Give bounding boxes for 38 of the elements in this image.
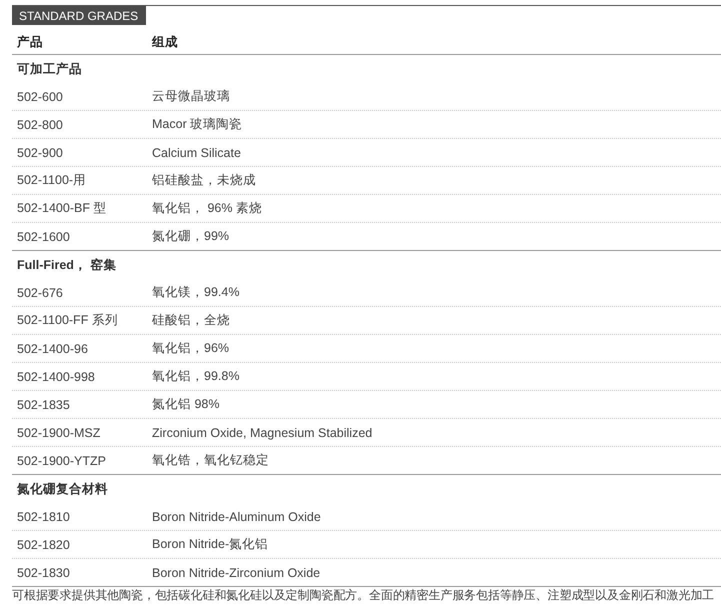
column-header: 产品 <box>16 34 44 51</box>
product-code: 502-1400-96 <box>16 342 89 356</box>
composition: Boron Nitride-氮化铝 <box>151 536 270 553</box>
product-code: 502-1820 <box>16 538 71 552</box>
composition: Boron Nitride-Aluminum Oxide <box>151 510 322 524</box>
composition: Macor 玻璃陶瓷 <box>151 116 244 133</box>
composition: 氧化镁，99.4% <box>151 284 240 301</box>
composition: 铝硅酸盐，未烧成 <box>151 172 257 189</box>
product-code: 502-1810 <box>16 510 71 524</box>
product-code: 502-800 <box>16 118 64 132</box>
composition: 氧化铝，99.8% <box>151 368 240 385</box>
section-heading: Full-Fired， 窑集 <box>16 256 118 274</box>
composition: Zirconium Oxide, Magnesium Stabilized <box>151 426 374 440</box>
product-code: 502-1600 <box>16 230 71 244</box>
product-code: 502-1900-MSZ <box>16 426 102 440</box>
section-heading: 可加工产品 <box>16 60 83 78</box>
product-code: 502-1835 <box>16 398 71 412</box>
product-code: 502-600 <box>16 90 64 104</box>
product-code: 502-676 <box>16 286 64 300</box>
product-code: 502-1830 <box>16 566 71 580</box>
product-code: 502-1100-用 <box>16 172 88 189</box>
composition: 氮化铝 98% <box>151 396 220 413</box>
composition: 云母微晶玻璃 <box>151 88 231 105</box>
product-code: 502-1400-BF 型 <box>16 200 108 217</box>
composition: Calcium Silicate <box>151 146 242 160</box>
composition: 氮化硼，99% <box>151 228 230 245</box>
composition: 硅酸铝，全烧 <box>151 312 231 329</box>
product-code: 502-1400-998 <box>16 370 96 384</box>
composition: 氧化锆，氧化钇稳定 <box>151 452 270 469</box>
column-header: 组成 <box>150 34 179 51</box>
composition: Boron Nitride-Zirconium Oxide <box>151 566 322 580</box>
product-code: 502-1100-FF 系列 <box>16 312 119 329</box>
composition: 氧化铝， 96% 素烧 <box>151 200 263 217</box>
product-code: 502-900 <box>16 146 64 160</box>
section-heading: 氮化硼复合材料 <box>16 480 109 498</box>
composition: 氧化铝，96% <box>151 340 230 357</box>
product-code: 502-1900-YTZP <box>16 454 107 468</box>
footnote: 可根据要求提供其他陶瓷，包括碳化硅和氮化硅以及定制陶瓷配方。全面的精密生产服务包括等静压、注塑成型以及金刚石和激光加工 <box>12 587 716 603</box>
